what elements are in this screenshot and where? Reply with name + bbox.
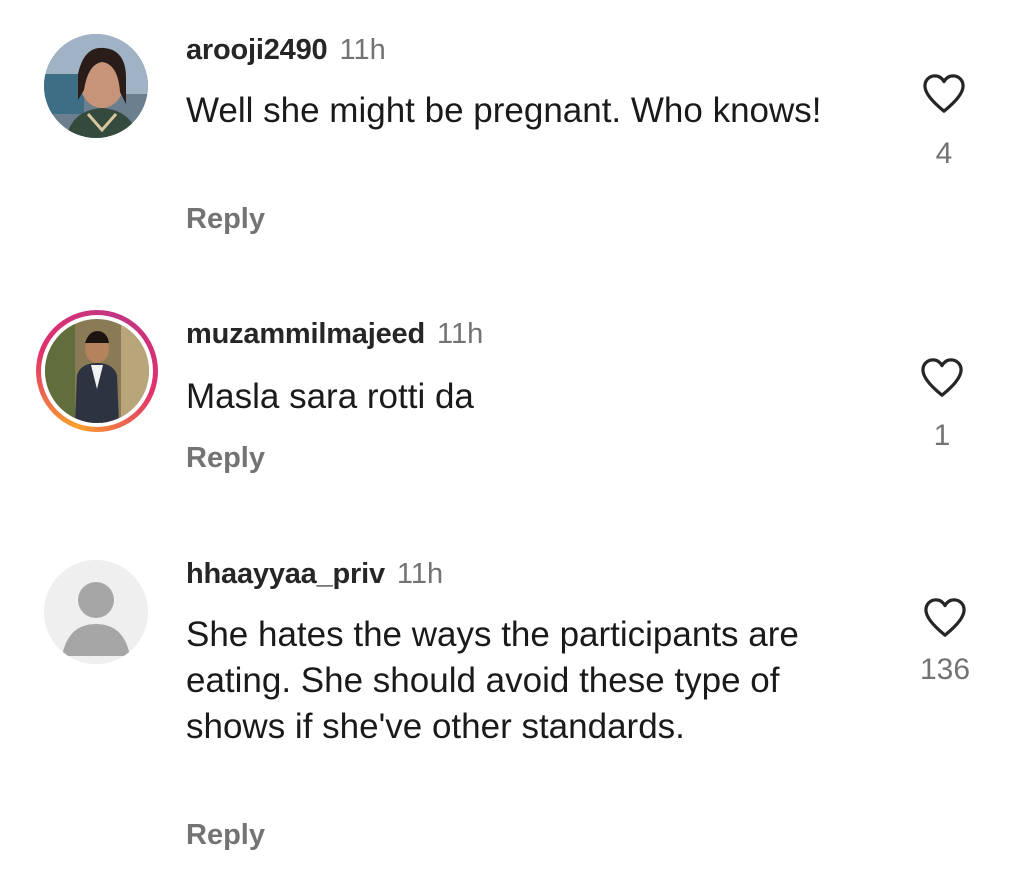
reply-button[interactable]: Reply — [186, 201, 265, 237]
heart-outline-icon — [924, 598, 966, 637]
comment-timestamp: 11h — [396, 558, 444, 590]
comment-username[interactable]: arooji2490 — [186, 34, 328, 66]
reply-button[interactable]: Reply — [186, 817, 265, 853]
like-count: 4 — [935, 137, 953, 170]
comment-text: She hates the ways the participants are … — [186, 615, 799, 746]
person-silhouette-icon — [44, 560, 148, 664]
avatar[interactable] — [44, 560, 148, 664]
like-button[interactable]: 4 — [884, 72, 1004, 172]
comment-username[interactable]: hhaayyaa_priv — [186, 558, 385, 590]
reply-button[interactable]: Reply — [186, 440, 265, 476]
comment-timestamp: 11h — [339, 34, 386, 66]
heart-outline-icon — [923, 74, 965, 113]
like-count: 136 — [919, 653, 971, 686]
comment-timestamp: 11h — [436, 318, 484, 350]
avatar[interactable] — [45, 319, 149, 423]
story-ring[interactable] — [36, 310, 158, 432]
comment-username[interactable]: muzammilmajeed — [186, 318, 425, 350]
heart-outline-icon — [921, 358, 963, 397]
like-count: 1 — [933, 419, 951, 452]
like-button[interactable]: 136 — [885, 596, 1005, 688]
avatar[interactable] — [44, 34, 148, 138]
comment-text: Well she might be pregnant. Who knows! — [186, 91, 822, 130]
comment-text: Masla sara rotti da — [186, 377, 474, 416]
like-button[interactable]: 1 — [882, 356, 1002, 454]
